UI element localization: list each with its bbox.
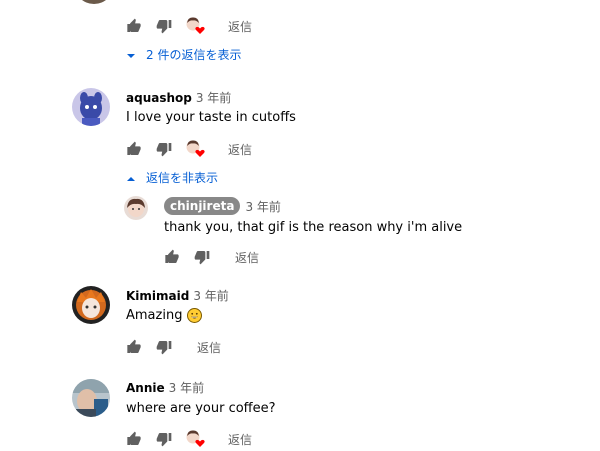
author-name[interactable]: aquashop xyxy=(126,91,192,105)
thumb-up-icon[interactable] xyxy=(126,339,142,355)
reply-button[interactable]: 返信 xyxy=(228,141,252,158)
caret-up-icon xyxy=(126,173,136,183)
avatar[interactable] xyxy=(72,88,110,126)
comment-text: thank you, that gif is the reason why i'… xyxy=(164,220,463,235)
timestamp[interactable]: 3 年前 xyxy=(169,379,204,396)
avatar[interactable] xyxy=(124,196,148,220)
caret-down-icon xyxy=(126,50,136,60)
thumb-up-icon[interactable] xyxy=(126,431,142,447)
timestamp[interactable]: 3 年前 xyxy=(193,287,228,304)
timestamp[interactable]: 3 年前 xyxy=(196,89,231,106)
comment-header: Annie 3 年前 xyxy=(126,379,204,396)
creator-heart-icon xyxy=(186,140,206,158)
reply-button[interactable]: 返信 xyxy=(197,339,221,356)
comment-header: Kimimaid 3 年前 xyxy=(126,287,229,304)
comment-actions: 返信 xyxy=(164,249,259,265)
comment-actions: 返信 xyxy=(126,140,252,158)
thumb-up-icon[interactable] xyxy=(164,249,180,265)
thumb-up-icon[interactable] xyxy=(126,141,142,157)
thumb-up-icon[interactable] xyxy=(126,18,142,34)
reply-button[interactable]: 返信 xyxy=(228,18,252,35)
comment-text: Amazing xyxy=(126,308,203,323)
comment-text: I love your taste in cutoffs xyxy=(126,110,296,125)
comment-text-content: Amazing xyxy=(126,308,183,323)
avatar[interactable] xyxy=(74,0,114,4)
comment-header: aquashop 3 年前 xyxy=(126,89,231,106)
comment-actions: 返信 xyxy=(126,430,252,448)
comment-header: chinjireta 3 年前 xyxy=(164,197,281,215)
creator-heart-icon xyxy=(186,17,206,35)
thumb-down-icon[interactable] xyxy=(156,141,172,157)
avatar[interactable] xyxy=(72,379,110,417)
grinning-face-emoji xyxy=(187,308,203,323)
reply-button[interactable]: 返信 xyxy=(228,431,252,448)
timestamp[interactable]: 3 年前 xyxy=(245,198,280,215)
comment-actions: 返信 xyxy=(126,339,221,355)
comment-actions: 返信 xyxy=(126,17,252,35)
thumb-down-icon[interactable] xyxy=(156,431,172,447)
show-replies-label: 2 件の返信を表示 xyxy=(146,48,242,62)
avatar[interactable] xyxy=(72,286,110,324)
author-name[interactable]: Kimimaid xyxy=(126,289,189,303)
thumb-down-icon[interactable] xyxy=(156,339,172,355)
reply-button[interactable]: 返信 xyxy=(235,249,259,266)
author-name[interactable]: Annie xyxy=(126,381,165,395)
comment-text: where are your coffee? xyxy=(126,401,276,416)
show-replies-button[interactable]: 2 件の返信を表示 xyxy=(126,46,241,63)
thumb-down-icon[interactable] xyxy=(156,18,172,34)
creator-author-chip[interactable]: chinjireta xyxy=(164,197,241,215)
thumb-down-icon[interactable] xyxy=(194,249,210,265)
creator-heart-icon xyxy=(186,430,206,448)
hide-replies-label: 返信を非表示 xyxy=(146,171,219,185)
hide-replies-button[interactable]: 返信を非表示 xyxy=(126,169,218,186)
